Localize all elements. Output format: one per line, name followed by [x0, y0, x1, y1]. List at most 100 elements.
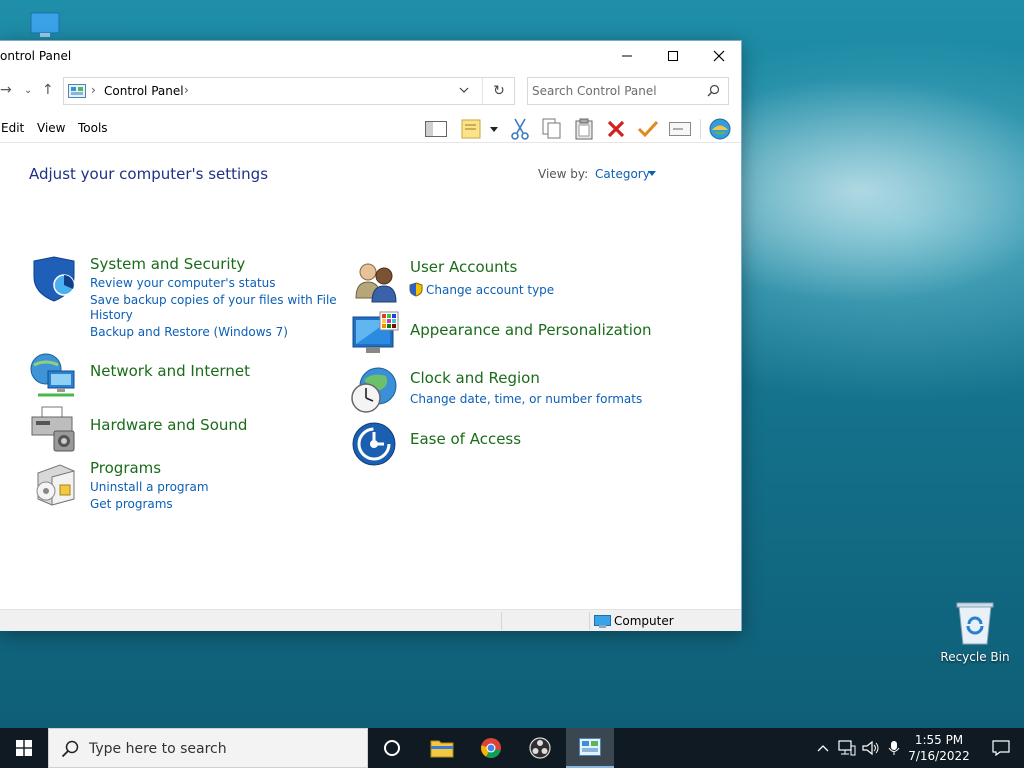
page-title: Adjust your computer's settings — [29, 165, 269, 183]
shield-icon[interactable] — [30, 255, 78, 303]
category-title[interactable]: Hardware and Sound — [90, 416, 247, 434]
up-arrow-icon[interactable]: ↑ — [42, 82, 54, 98]
title-bar[interactable]: ontrol Panel — [0, 41, 741, 71]
link-change-account-type[interactable]: Change account type — [426, 283, 554, 297]
category-title[interactable]: Ease of Access — [410, 430, 521, 448]
link-change-date-time[interactable]: Change date, time, or number formats — [410, 392, 642, 406]
link-get-programs[interactable]: Get programs — [90, 497, 173, 511]
search-field[interactable] — [527, 77, 729, 105]
microphone-icon — [888, 741, 900, 755]
address-dropdown-icon[interactable] — [458, 84, 470, 96]
status-divider — [589, 612, 590, 630]
folder-icon — [430, 740, 454, 758]
category-title[interactable]: Appearance and Personalization — [410, 321, 652, 339]
action-center-button[interactable] — [978, 728, 1024, 768]
address-bar-row: → ⌄ ↑ › Control Panel › ↻ — [0, 75, 741, 107]
network-globe-icon[interactable] — [30, 351, 78, 399]
category-title[interactable]: Programs — [90, 459, 161, 477]
copy-button[interactable] — [540, 117, 564, 141]
clock-globe-icon[interactable] — [350, 366, 398, 414]
taskbar-clock[interactable]: 1:55 PM 7/16/2022 — [905, 732, 973, 764]
link-file-history[interactable]: Save backup copies of your files with Fi… — [90, 293, 337, 307]
search-icon — [61, 740, 79, 758]
desktop-icon-this-pc[interactable] — [30, 12, 60, 40]
view-by-dropdown[interactable]: Category — [595, 167, 650, 181]
control-panel-taskbar-button[interactable] — [566, 728, 614, 768]
view-by-arrow-icon[interactable] — [648, 171, 656, 177]
control-panel-icon — [579, 738, 601, 756]
windows-logo-icon — [16, 740, 32, 756]
link-review-status[interactable]: Review your computer's status — [90, 276, 276, 290]
status-location: Computer — [614, 614, 674, 628]
paste-button[interactable] — [572, 117, 596, 141]
link-uninstall-program[interactable]: Uninstall a program — [90, 480, 209, 494]
menu-tools[interactable]: Tools — [78, 121, 108, 135]
link-backup-restore[interactable]: Backup and Restore (Windows 7) — [90, 325, 288, 339]
speaker-icon — [862, 740, 879, 756]
scissors-icon — [511, 118, 529, 140]
file-explorer-button[interactable] — [418, 728, 466, 768]
properties-button[interactable] — [636, 117, 660, 141]
minimize-button[interactable] — [604, 41, 650, 71]
delete-x-icon — [607, 120, 625, 138]
taskbar-search-placeholder: Type here to search — [89, 741, 227, 757]
printer-icon[interactable] — [30, 405, 78, 453]
obs-icon — [529, 737, 551, 759]
clipboard-icon — [575, 118, 593, 140]
breadcrumb-control-panel[interactable]: Control Panel — [104, 84, 184, 98]
preview-pane-button[interactable] — [424, 117, 448, 141]
copy-icon — [542, 118, 561, 139]
taskbar: Type here to search 1:55 PM 7/16/2022 — [0, 728, 1024, 768]
category-title[interactable]: Network and Internet — [90, 362, 250, 380]
uac-shield-icon — [409, 282, 423, 297]
address-field[interactable]: › Control Panel › ↻ — [63, 77, 515, 105]
search-icon[interactable] — [707, 84, 720, 97]
note-dropdown-button[interactable] — [486, 117, 502, 141]
forward-arrow-icon[interactable]: → — [0, 82, 12, 98]
shell-button[interactable] — [708, 117, 732, 141]
show-hidden-icons-button[interactable] — [812, 728, 834, 768]
note-button[interactable] — [460, 117, 484, 141]
cut-button[interactable] — [508, 117, 532, 141]
breadcrumb-chevron-icon[interactable]: › — [184, 83, 189, 97]
recent-locations-icon[interactable]: ⌄ — [24, 85, 32, 96]
computer-icon — [594, 615, 611, 628]
recycle-bin-label: Recycle Bin — [940, 650, 1010, 664]
preview-pane-icon — [425, 121, 447, 137]
breadcrumb-chevron-icon[interactable]: › — [91, 83, 96, 97]
microphone-tray-button[interactable] — [884, 728, 904, 768]
rename-button[interactable] — [668, 117, 692, 141]
recycle-bin-desktop-icon[interactable]: Recycle Bin — [940, 600, 1010, 664]
network-tray-button[interactable] — [836, 728, 858, 768]
rename-icon — [669, 122, 691, 136]
close-button[interactable] — [696, 41, 742, 71]
close-icon — [713, 50, 725, 62]
category-title[interactable]: Clock and Region — [410, 369, 540, 387]
category-title[interactable]: System and Security — [90, 255, 245, 273]
maximize-button[interactable] — [650, 41, 696, 71]
refresh-button[interactable]: ↻ — [482, 78, 515, 104]
task-view-button[interactable] — [368, 728, 416, 768]
chevron-up-icon — [817, 745, 829, 752]
menu-edit[interactable]: Edit — [1, 121, 24, 135]
obs-button[interactable] — [516, 728, 564, 768]
menu-view[interactable]: View — [37, 121, 65, 135]
monitor-palette-icon[interactable] — [352, 311, 400, 359]
taskbar-search-box[interactable]: Type here to search — [48, 728, 368, 768]
programs-box-icon[interactable] — [30, 459, 78, 507]
ease-of-access-icon[interactable] — [352, 420, 400, 468]
chrome-button[interactable] — [467, 728, 515, 768]
minimize-icon — [622, 55, 632, 57]
search-input[interactable] — [532, 82, 702, 100]
content-area: Adjust your computer's settings View by:… — [0, 144, 741, 609]
link-file-history-cont[interactable]: History — [90, 308, 133, 322]
start-button[interactable] — [0, 728, 48, 768]
checkmark-icon — [637, 120, 659, 138]
status-divider — [501, 612, 502, 630]
delete-button[interactable] — [604, 117, 628, 141]
users-icon[interactable] — [352, 258, 400, 306]
volume-tray-button[interactable] — [860, 728, 882, 768]
clock-date: 7/16/2022 — [908, 749, 970, 763]
maximize-icon — [668, 51, 678, 61]
category-title[interactable]: User Accounts — [410, 258, 517, 276]
